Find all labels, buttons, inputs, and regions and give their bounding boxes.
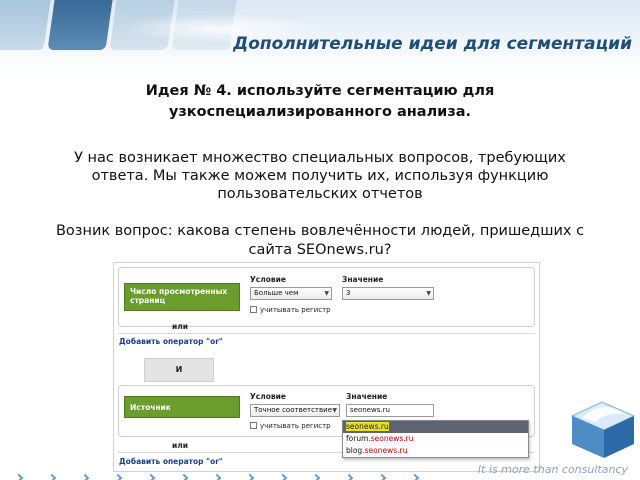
arrow-icon xyxy=(80,473,90,480)
subtitle-line2: узкоспециализированного анализа. xyxy=(168,104,472,120)
arrow-icon xyxy=(212,473,222,480)
chevron-down-icon: ▼ xyxy=(332,407,337,414)
cube-logo-icon xyxy=(570,401,636,458)
header-decor-tile xyxy=(0,0,53,50)
arrow-icon xyxy=(179,473,189,480)
or-label: или xyxy=(172,441,189,450)
chevron-down-icon: ▼ xyxy=(426,290,431,297)
paragraph1-line3: пользовательских отчетов xyxy=(217,186,423,202)
value-label: Значение xyxy=(342,275,384,284)
value-label: Значение xyxy=(346,392,388,401)
paragraph1-line2: ответа. Мы также можем получить их, испо… xyxy=(91,168,549,184)
add-or-operator-link[interactable]: Добавить оператор "or" xyxy=(119,337,223,346)
paragraph2-line2: сайта SEOnews.ru? xyxy=(248,242,392,258)
arrow-icon xyxy=(377,473,387,480)
condition-label: Условие xyxy=(250,392,286,401)
arrow-icon xyxy=(146,473,156,480)
arrow-icon xyxy=(311,473,321,480)
arrow-icon xyxy=(410,473,420,480)
dropdown-option[interactable]: forum.seonews.ru xyxy=(343,433,528,445)
arrow-icon xyxy=(245,473,255,480)
dimension-chip[interactable]: Источник xyxy=(124,396,240,418)
and-connector: И xyxy=(144,358,214,382)
arrow-icon xyxy=(14,473,24,480)
arrow-icon xyxy=(344,473,354,480)
dropdown-option[interactable]: blog.seonews.ru xyxy=(343,445,528,457)
chevron-down-icon: ▼ xyxy=(324,290,329,297)
slide-header: Дополнительные идеи для сегментаций xyxy=(0,0,640,70)
case-checkbox[interactable]: учитывать регистр xyxy=(250,306,331,314)
condition-card-1: Число просмотренных страниц Условие Боль… xyxy=(118,267,535,327)
footer-arrows xyxy=(14,466,456,480)
dropdown-option[interactable]: seonews.ru xyxy=(343,421,528,433)
arrow-icon xyxy=(113,473,123,480)
condition-select[interactable]: Точное соответствие ▼ xyxy=(250,404,340,417)
case-checkbox[interactable]: учитывать регистр xyxy=(250,422,331,430)
dimension-chip[interactable]: Число просмотренных страниц xyxy=(124,283,240,311)
condition-select[interactable]: Больше чем ▼ xyxy=(250,287,332,300)
value-combobox[interactable]: 3 ▼ xyxy=(342,287,434,300)
add-or-operator-link[interactable]: Добавить оператор "or" xyxy=(119,457,223,466)
autocomplete-dropdown: seonews.ru forum.seonews.ru blog.seonews… xyxy=(342,420,529,458)
value-input[interactable]: seonews.ru xyxy=(346,404,434,417)
or-label: или xyxy=(172,322,189,331)
condition-label: Условие xyxy=(250,275,286,284)
slide-title: Дополнительные идеи для сегментаций xyxy=(233,34,632,54)
checkbox-icon xyxy=(250,306,257,313)
paragraph2-line1: Возник вопрос: какова степень вовлечённо… xyxy=(55,223,585,239)
header-decor-tile xyxy=(47,0,115,50)
arrow-icon xyxy=(278,473,288,480)
checkbox-icon xyxy=(250,422,257,429)
subtitle-line1: Идея № 4. используйте сегментацию для xyxy=(145,83,495,99)
tagline: It is more than consultancy xyxy=(477,463,628,476)
paragraph1-line1: У нас возникает множество специальных во… xyxy=(74,150,566,166)
segment-editor-screenshot: Число просмотренных страниц Условие Боль… xyxy=(113,262,540,472)
arrow-icon xyxy=(47,473,57,480)
divider xyxy=(118,333,535,334)
